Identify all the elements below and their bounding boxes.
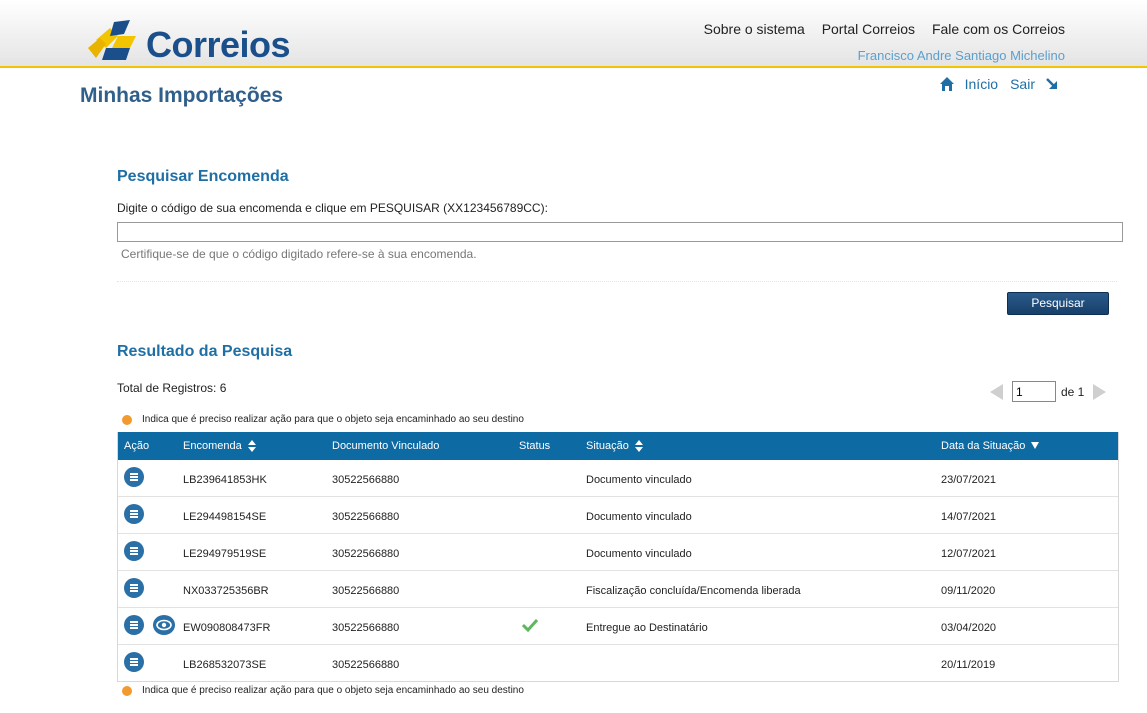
action-legend-bottom: Indica que é preciso realizar ação para … <box>122 685 524 696</box>
details-menu-icon[interactable] <box>124 615 144 635</box>
row-actions <box>124 467 144 487</box>
col-data-da-situacao[interactable]: Data da Situação <box>941 440 1040 452</box>
row-actions <box>124 578 144 598</box>
search-instruction: Digite o código de sua encomenda e cliqu… <box>117 201 548 215</box>
row-encomenda: LE294979519SE <box>183 548 267 560</box>
table-row: LB268532073SE 30522566880 20/11/2019 <box>118 644 1118 681</box>
table-row: LE294498154SE 30522566880 Documento vincul… <box>118 496 1118 533</box>
page-title: Minhas Importações <box>80 84 284 107</box>
row-data: 09/11/2020 <box>941 585 996 597</box>
home-icon[interactable] <box>939 76 955 92</box>
eye-icon <box>156 619 172 631</box>
row-documento: 30522566880 <box>332 511 400 523</box>
col-documento-vinculado: Documento Vinculado <box>332 440 440 452</box>
row-situacao: Entregue ao Destinatário <box>586 622 708 634</box>
col-acao: Ação <box>124 440 150 452</box>
nav-links: Início Sair <box>939 76 1059 92</box>
details-menu-icon[interactable] <box>124 541 144 561</box>
row-documento: 30522566880 <box>332 659 400 671</box>
table-body: LB239641853HK 30522566880 Documento vincul… <box>118 460 1118 681</box>
orange-dot-icon <box>122 685 132 696</box>
col-status: Status <box>519 440 551 452</box>
sort-icon[interactable] <box>634 440 643 452</box>
table-header: Ação Encomenda Documento Vinculado Statu… <box>118 432 1118 460</box>
pagination: de 1 <box>990 381 1107 402</box>
page-count: de 1 <box>1061 384 1085 399</box>
table-row: NX033725356BR 30522566880 Fiscalização con… <box>118 570 1118 607</box>
row-documento: 30522566880 <box>332 585 400 597</box>
table-row: LB239641853HK 30522566880 Documento vincul… <box>118 460 1118 496</box>
row-data: 03/04/2020 <box>941 622 997 634</box>
row-actions <box>124 504 144 524</box>
row-data: 12/07/2021 <box>941 548 997 560</box>
nav-inicio-link[interactable]: Início <box>965 76 998 92</box>
previous-page-icon[interactable] <box>990 383 1003 400</box>
col-encomenda[interactable]: Encomenda <box>183 440 256 452</box>
view-eye-icon[interactable] <box>153 615 175 635</box>
link-portal-correios[interactable]: Portal Correios <box>822 21 915 37</box>
row-data: 14/07/2021 <box>941 511 997 523</box>
search-hint: Certifique-se de que o código digitado r… <box>121 247 477 261</box>
action-legend-top: Indica que é preciso realizar ação para … <box>122 414 524 425</box>
results-table: Ação Encomenda Documento Vinculado Statu… <box>117 432 1119 682</box>
link-sobre-o-sistema[interactable]: Sobre o sistema <box>704 21 805 37</box>
exit-arrow-icon[interactable] <box>1045 77 1059 91</box>
row-documento: 30522566880 <box>332 622 400 634</box>
sort-icon[interactable] <box>247 440 256 452</box>
row-actions <box>124 615 175 635</box>
row-situacao: Fiscalização concluída/Encomenda liberad… <box>586 585 801 597</box>
row-actions <box>124 541 144 561</box>
results-section-title: Resultado da Pesquisa <box>117 343 293 360</box>
orange-dot-icon <box>122 414 132 425</box>
link-fale-com-os-correios[interactable]: Fale com os Correios <box>932 21 1065 37</box>
row-encomenda: EW090808473FR <box>183 622 271 634</box>
search-section-title: Pesquisar Encomenda <box>117 168 289 185</box>
divider <box>117 281 1117 282</box>
next-page-icon[interactable] <box>1093 383 1107 400</box>
user-name: Francisco Andre Santiago Michelino <box>857 48 1065 63</box>
details-menu-icon[interactable] <box>124 467 144 487</box>
check-icon <box>521 618 539 635</box>
nav-sair-link[interactable]: Sair <box>1010 76 1035 92</box>
row-situacao: Documento vinculado <box>586 548 692 560</box>
tracking-code-input[interactable] <box>117 222 1123 242</box>
row-encomenda: LE294498154SE <box>183 511 267 523</box>
details-menu-icon[interactable] <box>124 504 144 524</box>
pesquisar-button[interactable]: Pesquisar <box>1007 292 1109 315</box>
details-menu-icon[interactable] <box>124 578 144 598</box>
logo-text: Correios <box>146 24 291 65</box>
top-links: Sobre o sistema Portal Correios Fale com… <box>691 21 1065 37</box>
legend-text: Indica que é preciso realizar ação para … <box>142 685 524 696</box>
row-data: 23/07/2021 <box>941 474 997 486</box>
row-actions <box>124 652 144 672</box>
row-data: 20/11/2019 <box>941 659 996 671</box>
header-bar: Correios Sobre o sistema Portal Correios… <box>0 0 1147 68</box>
details-menu-icon[interactable] <box>124 652 144 672</box>
total-records: Total de Registros: 6 <box>117 381 227 395</box>
page-number-input[interactable] <box>1012 381 1056 402</box>
row-documento: 30522566880 <box>332 474 400 486</box>
row-documento: 30522566880 <box>332 548 400 560</box>
col-situacao[interactable]: Situação <box>586 440 643 452</box>
row-encomenda: NX033725356BR <box>183 585 269 597</box>
row-encomenda: LB239641853HK <box>183 474 267 486</box>
row-situacao: Documento vinculado <box>586 511 692 523</box>
correios-logo[interactable]: Correios <box>86 18 296 65</box>
row-situacao: Documento vinculado <box>586 474 692 486</box>
table-row: EW090808473FR 30522566880 Entregue ao Dest… <box>118 607 1118 644</box>
legend-text: Indica que é preciso realizar ação para … <box>142 414 524 425</box>
table-row: LE294979519SE 30522566880 Documento vincul… <box>118 533 1118 570</box>
row-encomenda: LB268532073SE <box>183 659 267 671</box>
sort-desc-icon[interactable] <box>1031 440 1040 452</box>
